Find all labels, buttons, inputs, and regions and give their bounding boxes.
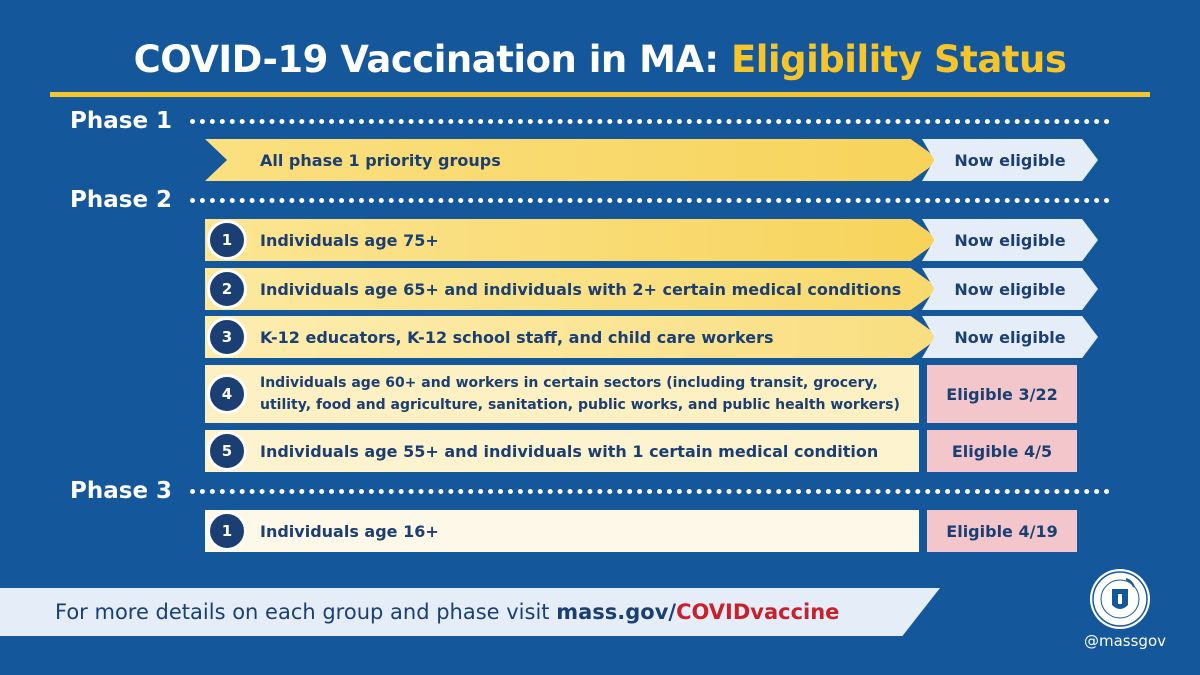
row-number-badge: 5	[207, 431, 247, 471]
phase-2-row-4: Individuals age 60+ and workers in certa…	[205, 365, 919, 423]
status-badge: Now eligible	[922, 268, 1098, 310]
phase-2-divider	[190, 198, 1110, 203]
row-text: All phase 1 priority groups	[260, 150, 501, 170]
title-main: COVID-19 Vaccination in MA:	[133, 38, 731, 81]
phase-2-label: Phase 2	[70, 187, 173, 213]
phase-3-label: Phase 3	[70, 478, 173, 504]
title-underline	[50, 92, 1150, 97]
row-number-badge: 1	[207, 511, 247, 551]
status-badge: Now eligible	[922, 219, 1098, 261]
row-text: K-12 educators, K-12 school staff, and c…	[260, 327, 774, 347]
phase-1-divider	[190, 119, 1110, 124]
status-badge: Eligible 3/22	[927, 365, 1077, 423]
footer-banner: For more details on each group and phase…	[0, 588, 940, 636]
phase-2-row-1: Individuals age 75+	[205, 219, 940, 261]
massachusetts-seal-icon	[1090, 569, 1150, 629]
phase-3-divider	[190, 489, 1110, 494]
footer-link-site[interactable]: mass.gov/	[556, 600, 676, 624]
status-badge: Eligible 4/5	[927, 430, 1077, 472]
status-badge: Now eligible	[922, 316, 1098, 358]
row-text: Individuals age 60+ and workers in certa…	[260, 375, 900, 413]
status-badge: Eligible 4/19	[927, 510, 1077, 552]
phase-1-label: Phase 1	[70, 108, 173, 134]
footer-link-path[interactable]: COVIDvaccine	[676, 600, 839, 624]
row-number-badge: 4	[207, 374, 247, 414]
status-badge: Now eligible	[922, 139, 1098, 181]
row-number-badge: 1	[207, 220, 247, 260]
footer-text: For more details on each group and phase…	[0, 600, 839, 624]
phase-2-row-5: Individuals age 55+ and individuals with…	[205, 430, 919, 472]
phase-2-row-2: Individuals age 65+ and individuals with…	[205, 268, 940, 310]
phase-2-row-3: K-12 educators, K-12 school staff, and c…	[205, 316, 940, 358]
phase-3-row-1: Individuals age 16+	[205, 510, 919, 552]
social-handle: @massgov	[1083, 632, 1166, 650]
page-title: COVID-19 Vaccination in MA: Eligibility …	[0, 38, 1200, 81]
footer-prefix: For more details on each group and phase…	[55, 600, 557, 624]
title-highlight: Eligibility Status	[730, 38, 1067, 81]
phase-1-row: All phase 1 priority groups	[205, 139, 940, 181]
row-text: Individuals age 65+ and individuals with…	[260, 279, 902, 299]
row-number-badge: 2	[207, 269, 247, 309]
row-number-badge: 3	[207, 317, 247, 357]
row-text: Individuals age 55+ and individuals with…	[260, 441, 879, 461]
